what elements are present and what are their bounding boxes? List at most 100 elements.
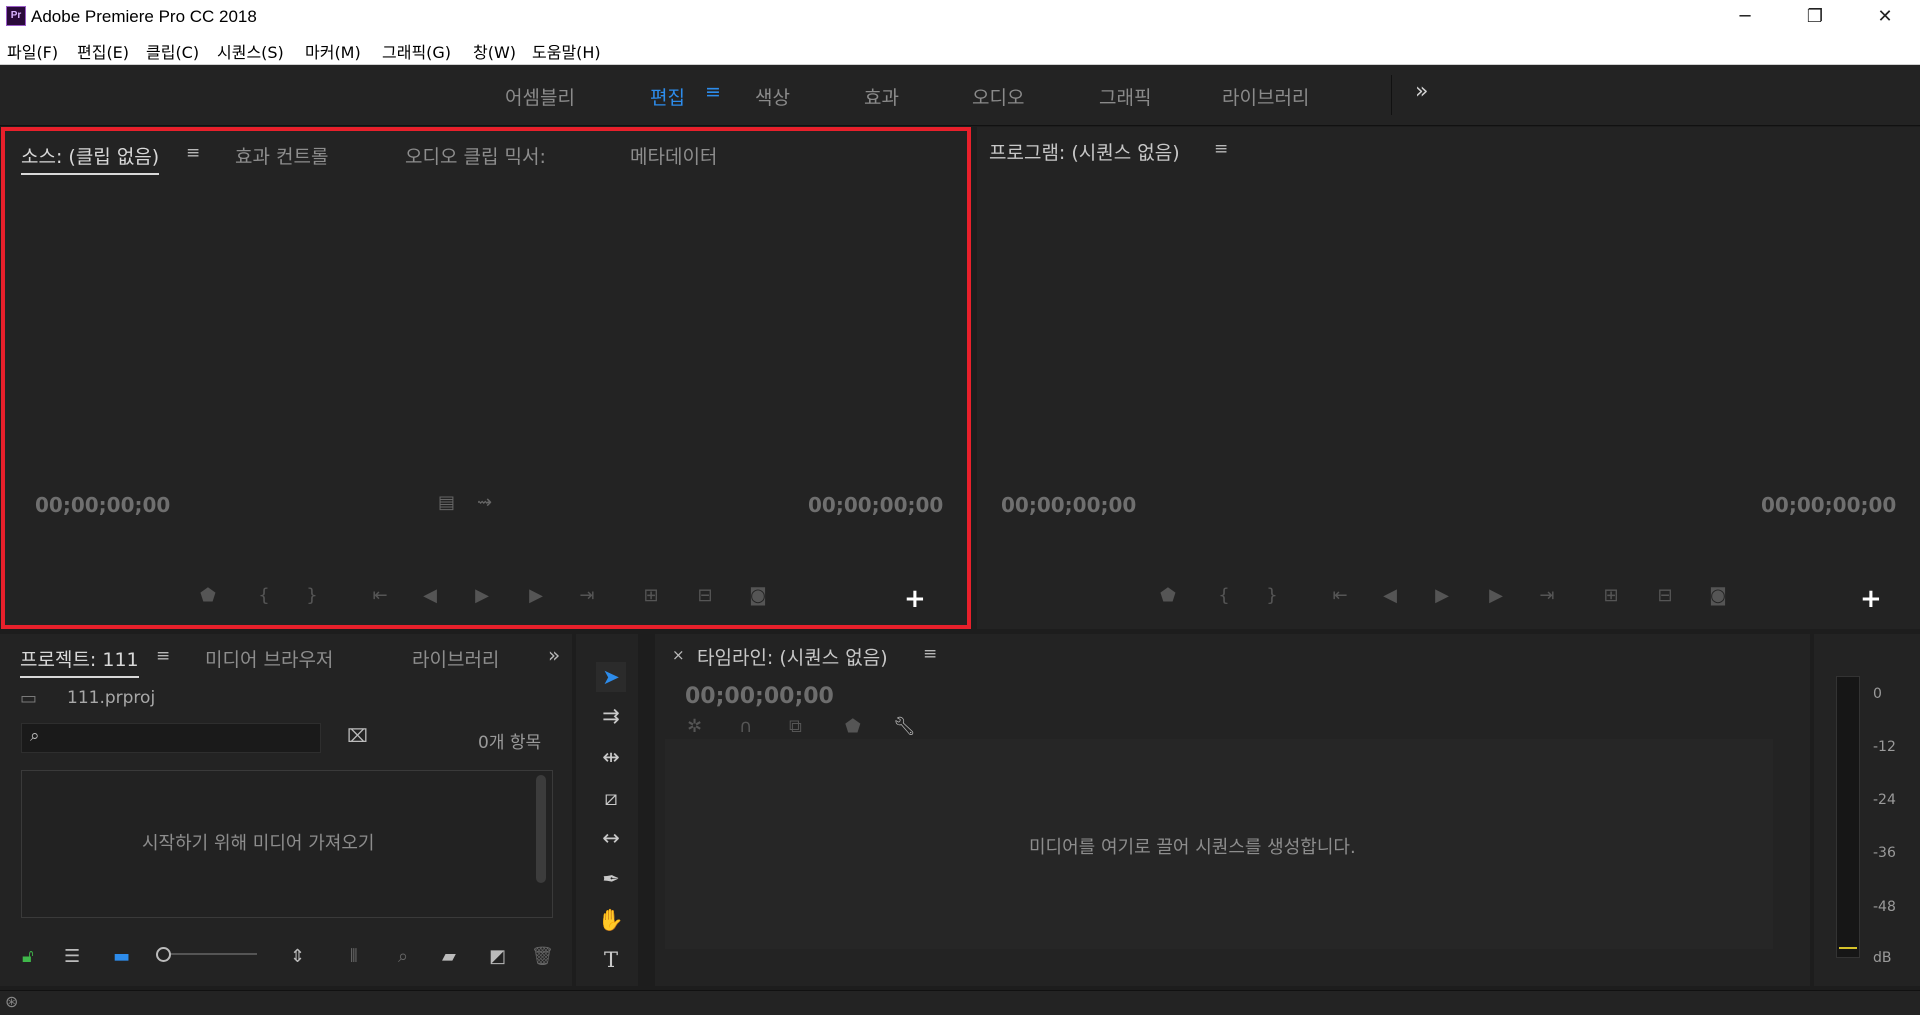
source-overwrite-icon[interactable]: ⊟ — [692, 585, 718, 606]
source-go-to-in-icon[interactable]: ⇤ — [367, 585, 393, 606]
source-go-to-out-icon[interactable]: ⇥ — [574, 585, 600, 606]
project-search-field[interactable]: ⌕ — [21, 723, 321, 753]
workspace-tab-assembly[interactable]: 어셈블리 — [505, 83, 575, 110]
program-play-icon[interactable]: ▶ — [1429, 585, 1455, 606]
snap-icon[interactable]: ∩ — [739, 716, 752, 737]
menu-marker[interactable]: 마커(M) — [305, 39, 361, 63]
tab-libraries[interactable]: 라이브러리 — [412, 645, 499, 672]
creative-cloud-icon[interactable]: ⊛ — [5, 992, 18, 1011]
tab-audio-clip-mixer[interactable]: 오디오 클립 믹서: — [405, 142, 546, 169]
source-add-button[interactable]: + — [904, 584, 926, 614]
track-select-tool-icon[interactable]: ⇉ — [596, 701, 626, 731]
program-step-back-icon[interactable]: ◀ — [1377, 585, 1403, 606]
project-bin-area[interactable]: 시작하기 위해 미디어 가져오기 — [21, 770, 553, 918]
nest-icon[interactable]: ✲ — [687, 716, 702, 737]
sort-icon[interactable]: ⇕ — [290, 946, 305, 967]
program-add-button[interactable]: + — [1860, 584, 1882, 614]
workspace-tab-graphics[interactable]: 그래픽 — [1099, 83, 1151, 110]
workspace-tab-color[interactable]: 색상 — [755, 83, 790, 110]
close-button[interactable]: ✕ — [1850, 0, 1920, 34]
source-mark-out-icon[interactable]: } — [299, 585, 325, 606]
project-scrollbar[interactable] — [536, 775, 546, 883]
ripple-edit-tool-icon[interactable]: ⇹ — [596, 742, 626, 772]
source-step-forward-icon[interactable]: ▶ — [523, 585, 549, 606]
menu-window[interactable]: 창(W) — [473, 39, 516, 63]
lock-icon[interactable]: 🔓︎ — [22, 946, 34, 967]
add-marker-icon[interactable]: ⬟ — [845, 716, 861, 737]
tab-program[interactable]: 프로그램: (시퀀스 없음) — [989, 138, 1180, 165]
title-bar: Pr Adobe Premiere Pro CC 2018 ─ ❐ ✕ — [0, 0, 1920, 34]
timeline-menu-icon[interactable]: ≡ — [923, 644, 937, 664]
import-media-hint: 시작하기 위해 미디어 가져오기 — [142, 833, 375, 854]
source-menu-icon[interactable]: ≡ — [186, 143, 200, 163]
slip-tool-icon[interactable]: ↔ — [596, 823, 626, 853]
list-view-icon[interactable]: ☰ — [64, 946, 80, 967]
source-marker-icon[interactable]: ⬟ — [195, 585, 221, 606]
razor-tool-icon[interactable]: ⧄ — [596, 783, 626, 813]
menu-graphics[interactable]: 그래픽(G) — [382, 39, 451, 63]
pen-tool-icon[interactable]: ✒ — [596, 864, 626, 894]
tab-project[interactable]: 프로젝트: 111 — [20, 645, 139, 678]
drag-audio-icon[interactable]: ⇝ — [477, 492, 492, 513]
project-menu-icon[interactable]: ≡ — [156, 646, 170, 666]
find-icon[interactable]: ⌕ — [398, 946, 408, 967]
premiere-app-icon: Pr — [6, 6, 26, 26]
program-mark-out-icon[interactable]: } — [1259, 585, 1285, 606]
program-go-to-in-icon[interactable]: ⇤ — [1327, 585, 1353, 606]
project-overflow-icon[interactable]: » — [548, 643, 560, 667]
workspace-tab-audio[interactable]: 오디오 — [972, 83, 1024, 110]
linked-selection-icon[interactable]: ⧉ — [789, 716, 802, 737]
tab-effect-controls[interactable]: 효과 컨트롤 — [235, 142, 328, 169]
workspace-tab-libraries[interactable]: 라이브러리 — [1222, 83, 1309, 110]
find-bin-icon[interactable]: ⌧ — [347, 726, 368, 747]
workspace-tab-effects[interactable]: 효과 — [864, 83, 899, 110]
source-play-icon[interactable]: ▶ — [469, 585, 495, 606]
timeline-close-icon[interactable]: × — [672, 646, 685, 664]
timeline-settings-icon[interactable]: 🔧︎ — [893, 716, 916, 737]
menu-file[interactable]: 파일(F) — [7, 39, 58, 63]
source-export-frame-icon[interactable]: ◙ — [745, 585, 771, 606]
clear-icon[interactable]: 🗑︎ — [531, 946, 554, 967]
source-timecode-current[interactable]: 00;00;00;00 — [35, 493, 170, 517]
program-go-to-out-icon[interactable]: ⇥ — [1534, 585, 1560, 606]
timeline-timecode[interactable]: 00;00;00;00 — [685, 684, 834, 709]
program-export-frame-icon[interactable]: ◙ — [1705, 585, 1731, 606]
tab-metadata[interactable]: 메타데이터 — [630, 142, 717, 169]
meter-label-db: dB — [1873, 950, 1892, 966]
minimize-button[interactable]: ─ — [1710, 0, 1780, 34]
icon-view-icon[interactable]: ▬ — [113, 946, 130, 967]
restore-button[interactable]: ❐ — [1780, 0, 1850, 34]
tab-source[interactable]: 소스: (클립 없음) — [21, 142, 160, 175]
workspace-tab-editing[interactable]: 편집 — [650, 83, 685, 110]
workspace-menu-icon[interactable]: ≡ — [705, 81, 721, 103]
program-mark-in-icon[interactable]: { — [1211, 585, 1237, 606]
source-step-back-icon[interactable]: ◀ — [417, 585, 443, 606]
drag-video-icon[interactable]: ▤ — [438, 492, 455, 513]
zoom-slider-handle[interactable] — [156, 947, 171, 962]
menu-clip[interactable]: 클립(C) — [146, 39, 199, 63]
menu-sequence[interactable]: 시퀀스(S) — [217, 39, 284, 63]
program-menu-icon[interactable]: ≡ — [1214, 139, 1228, 159]
tab-media-browser[interactable]: 미디어 브라우저 — [205, 645, 333, 672]
timeline-drop-area[interactable]: 미디어를 여기로 끌어 시퀀스를 생성합니다. — [665, 739, 1773, 949]
zoom-slider-track[interactable] — [157, 953, 257, 955]
meter-label-48: -48 — [1873, 899, 1896, 915]
menu-help[interactable]: 도움말(H) — [532, 39, 601, 63]
automate-to-sequence-icon[interactable]: ⫴ — [350, 946, 358, 967]
selection-tool-icon[interactable]: ➤ — [596, 662, 626, 692]
program-extract-icon[interactable]: ⊟ — [1652, 585, 1678, 606]
program-timecode-current[interactable]: 00;00;00;00 — [1001, 493, 1136, 517]
source-insert-icon[interactable]: ⊞ — [638, 585, 664, 606]
program-marker-icon[interactable]: ⬟ — [1155, 585, 1181, 606]
workspace-overflow-icon[interactable]: » — [1415, 79, 1428, 104]
source-mark-in-icon[interactable]: { — [251, 585, 277, 606]
program-lift-icon[interactable]: ⊞ — [1598, 585, 1624, 606]
hand-tool-icon[interactable]: ✋ — [596, 905, 626, 935]
meter-label-36: -36 — [1873, 845, 1896, 861]
type-tool-icon[interactable]: T — [596, 945, 626, 975]
program-step-forward-icon[interactable]: ▶ — [1483, 585, 1509, 606]
menu-edit[interactable]: 편집(E) — [77, 39, 129, 63]
tab-timeline[interactable]: 타임라인: (시퀀스 없음) — [697, 643, 888, 670]
new-bin-icon[interactable]: ▰ — [442, 946, 456, 967]
new-item-icon[interactable]: ◩ — [489, 946, 506, 967]
